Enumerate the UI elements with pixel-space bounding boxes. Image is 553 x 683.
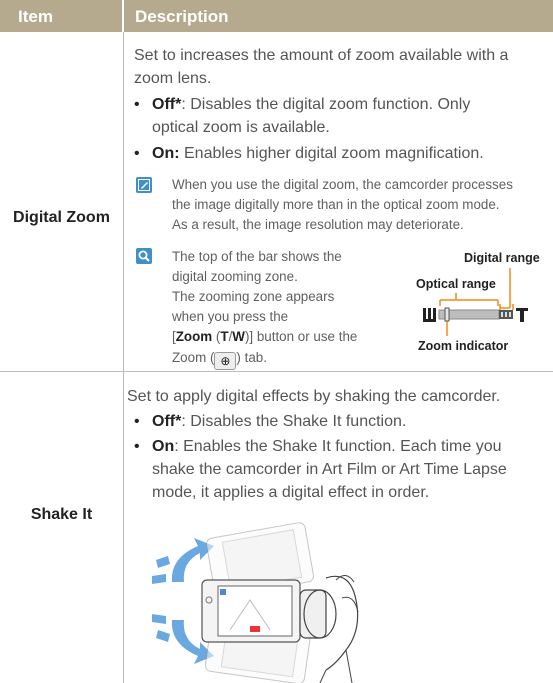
- wide-label: W: [232, 329, 245, 344]
- tip-line: when you press the: [172, 309, 289, 324]
- column-divider: [123, 32, 124, 683]
- bullet-label: Off*: [152, 413, 182, 430]
- shake-camcorder-illustration: [152, 522, 359, 683]
- zoom-bar-diagram: [423, 268, 528, 336]
- zoom-indicator-label: Zoom indicator: [418, 339, 509, 353]
- tip-zoom-line: [Zoom (T/W)] button or use the: [172, 329, 358, 344]
- bullet-dot: •: [134, 145, 140, 162]
- bullet-dot: •: [134, 96, 140, 113]
- bullet-text-cont: optical zoom is available.: [152, 119, 330, 136]
- bullet-text: Enables higher digital zoom magnificatio…: [179, 145, 484, 162]
- row-divider: [0, 371, 553, 372]
- tele-label: T: [220, 329, 229, 344]
- bullet-label: Off*: [152, 96, 182, 113]
- bullet-label: On:: [152, 145, 180, 162]
- bullet-on: • On: Enables higher digital zoom magnifi…: [134, 143, 484, 166]
- intro-line: Set to apply digital effects by shaking …: [127, 388, 501, 405]
- column-header-item: Item: [0, 0, 122, 32]
- bullet-dot: •: [134, 413, 140, 430]
- column-header-description: Description: [124, 0, 553, 32]
- bullet-text-cont: mode, it applies a digital effect in ord…: [152, 484, 430, 501]
- bullet-dot: •: [134, 438, 140, 455]
- pencil-note-icon: [136, 177, 152, 193]
- bullet-text-cont: shake the camcorder in Art Film or Art T…: [152, 461, 507, 478]
- bullet-off: • Off*: Disables the Shake It function.: [134, 411, 407, 434]
- bullet-text: : Disables the Shake It function.: [181, 413, 407, 430]
- note-line: the image digitally more than in the opt…: [172, 197, 500, 212]
- zoom-label: Zoom: [175, 329, 213, 344]
- tip-line: The zooming zone appears: [172, 289, 335, 304]
- magnifier-tip-icon: [136, 248, 152, 264]
- bullet-text: : Enables the Shake It function. Each ti…: [174, 438, 502, 455]
- intro-line: Set to increases the amount of zoom avai…: [134, 47, 509, 64]
- row-item-shake-it: Shake It: [30, 506, 93, 523]
- row-item-digital-zoom: Digital Zoom: [13, 209, 110, 226]
- bullet-label: On: [152, 438, 175, 455]
- zoom-in-icon[interactable]: ⊕: [214, 352, 237, 370]
- note-line: When you use the digital zoom, the camco…: [172, 177, 513, 192]
- bullet-on: • On: Enables the Shake It function. Each…: [134, 436, 502, 459]
- tip-tab-line: Zoom (⊕) tab.: [172, 350, 267, 370]
- tip-line: The top of the bar shows the: [172, 249, 342, 264]
- intro-line: zoom lens.: [134, 70, 212, 87]
- bullet-off: • Off*: Disables the digital zoom functio…: [134, 94, 471, 117]
- note-line: As a result, the image resolution may de…: [172, 217, 464, 232]
- bullet-text: : Disables the digital zoom function. On…: [181, 96, 471, 113]
- tip-line: digital zooming zone.: [172, 269, 298, 284]
